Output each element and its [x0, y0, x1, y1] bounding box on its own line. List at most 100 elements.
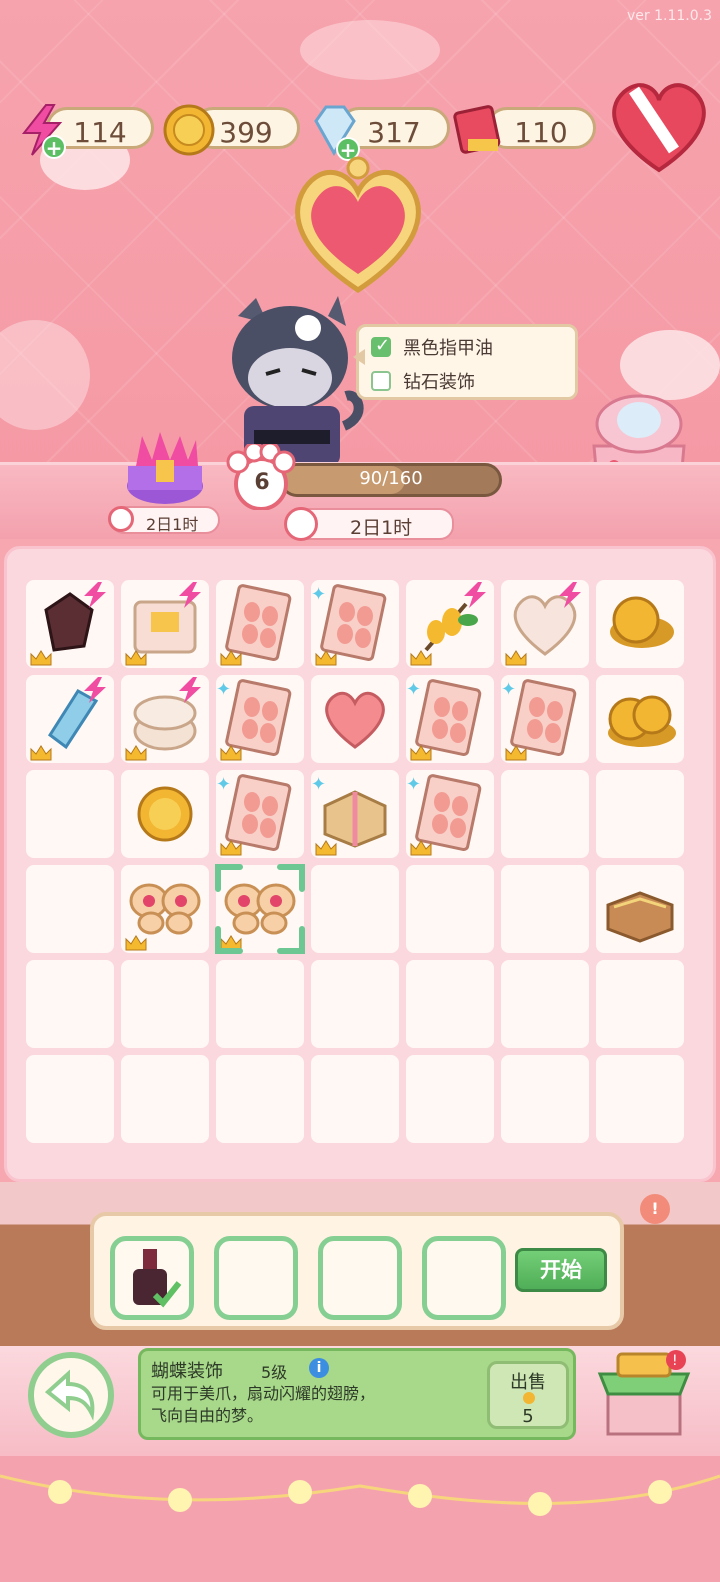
board-cell[interactable]: [596, 1055, 684, 1143]
crown-icon: [410, 745, 432, 761]
task-item: 黑色指甲油: [371, 333, 493, 361]
board-cell[interactable]: [596, 865, 684, 953]
board-cell[interactable]: [406, 960, 494, 1048]
start-button[interactable]: 开始: [515, 1248, 607, 1292]
selection-frame: [215, 864, 305, 954]
coin-stack-icon: [610, 596, 674, 648]
sparkle-icon: ✦: [501, 679, 517, 700]
board-cell[interactable]: [121, 865, 209, 953]
cat-customer[interactable]: [218, 296, 368, 466]
main-timer: 2日1时: [284, 507, 454, 541]
crown-icon: [505, 745, 527, 761]
board-cell[interactable]: ✦: [216, 770, 304, 858]
board-cell[interactable]: [215, 864, 305, 954]
board-cell[interactable]: [26, 1055, 114, 1143]
board-cell[interactable]: [406, 865, 494, 953]
checkbox-checked-icon: [371, 335, 391, 357]
board-cell[interactable]: [501, 770, 589, 858]
board-cell[interactable]: ✦: [311, 580, 399, 668]
open-box-icon: [606, 891, 674, 943]
board-cell[interactable]: ✦: [311, 770, 399, 858]
tray-slot-3[interactable]: [318, 1236, 402, 1320]
heart-chocolate-icon: [325, 691, 385, 749]
svg-text:!: !: [672, 1353, 678, 1369]
board-cell[interactable]: [121, 675, 209, 763]
item-level: 5级: [261, 1363, 288, 1382]
tray-slot-1[interactable]: [110, 1236, 194, 1320]
board-cell[interactable]: [596, 770, 684, 858]
tray-slot-4[interactable]: [422, 1236, 506, 1320]
board-cell[interactable]: [121, 770, 209, 858]
ticket-counter: 110: [452, 103, 598, 154]
heart-gift-icon[interactable]: [604, 70, 714, 180]
sparkle-icon: ✦: [406, 679, 422, 700]
sparkle-icon: ✦: [311, 774, 327, 795]
add-energy-button[interactable]: +: [42, 135, 66, 159]
task-item: 钻石装饰: [371, 367, 475, 395]
game-screen: ver 1.11.0.3 114 + 399 317 + 110 ✓ 黑色指甲油…: [0, 0, 720, 1582]
sparkle-icon: ✦: [216, 679, 232, 700]
board-cell[interactable]: [26, 580, 114, 668]
ticket-book-icon: [453, 105, 501, 154]
board-cell[interactable]: [216, 960, 304, 1048]
info-icon[interactable]: i: [309, 1358, 329, 1378]
big-heart-icon[interactable]: [283, 156, 433, 296]
crown-icon: [125, 745, 147, 761]
board-cell[interactable]: [121, 580, 209, 668]
board-cell[interactable]: [311, 865, 399, 953]
energy-badge-icon: [84, 677, 106, 703]
board-cell[interactable]: [121, 1055, 209, 1143]
board-cell[interactable]: ✦: [501, 675, 589, 763]
coin-pile-icon: [608, 695, 676, 747]
alert-icon[interactable]: !: [640, 1194, 670, 1224]
board-cell[interactable]: [311, 1055, 399, 1143]
crown-icon: [315, 840, 337, 856]
crown-icon: [315, 650, 337, 666]
level-progress-bar: 90/160: [280, 463, 502, 497]
coin-icon: [523, 1392, 535, 1404]
board-cell[interactable]: [596, 580, 684, 668]
crown-icon: [220, 840, 242, 856]
board-cell[interactable]: ✦: [216, 675, 304, 763]
tray-slot-2[interactable]: [214, 1236, 298, 1320]
board-cell[interactable]: [216, 580, 304, 668]
order-bubble: 黑色指甲油 钻石装饰: [353, 324, 578, 400]
crown-icon: [30, 650, 52, 666]
board-cell[interactable]: ✦: [406, 770, 494, 858]
item-description: 可用于美爪，扇动闪耀的翅膀，: [151, 1384, 376, 1403]
crown-icon: [30, 745, 52, 761]
board-cell[interactable]: [26, 960, 114, 1048]
crown-icon: [125, 650, 147, 666]
diamond-counter[interactable]: 317 +: [306, 103, 452, 161]
board-cell[interactable]: [26, 865, 114, 953]
board-cell[interactable]: [501, 865, 589, 953]
clock-icon: [284, 507, 318, 541]
item-info-panel: 蝴蝶装饰 5级 i 可用于美爪，扇动闪耀的翅膀， 飞向自由的梦。 出售 5: [138, 1348, 576, 1440]
board-cell[interactable]: [406, 580, 494, 668]
crown-icon: [125, 935, 147, 951]
shop-icon[interactable]: !: [596, 1350, 692, 1440]
board-cell[interactable]: [406, 1055, 494, 1143]
board-cell[interactable]: [596, 960, 684, 1048]
board-cell[interactable]: ✦: [406, 675, 494, 763]
board-cell[interactable]: [26, 675, 114, 763]
board-cell[interactable]: [311, 675, 399, 763]
board-cell[interactable]: [121, 960, 209, 1048]
board-cell[interactable]: [596, 675, 684, 763]
board-cell[interactable]: [216, 1055, 304, 1143]
board-cell[interactable]: [26, 770, 114, 858]
sparkle-icon: ✦: [311, 584, 327, 605]
treasure-chest-icon[interactable]: [122, 430, 208, 506]
energy-badge-icon: [464, 582, 486, 608]
board-cell[interactable]: [501, 1055, 589, 1143]
sell-button[interactable]: 出售 5: [487, 1361, 569, 1429]
version-label: ver 1.11.0.3: [627, 8, 712, 24]
board-cell[interactable]: [501, 960, 589, 1048]
clock-icon: [108, 506, 134, 532]
crown-icon: [410, 840, 432, 856]
energy-counter[interactable]: 114 +: [16, 103, 156, 159]
back-button[interactable]: [28, 1352, 114, 1438]
board-cell[interactable]: [501, 580, 589, 668]
energy-badge-icon: [559, 582, 581, 608]
board-cell[interactable]: [311, 960, 399, 1048]
